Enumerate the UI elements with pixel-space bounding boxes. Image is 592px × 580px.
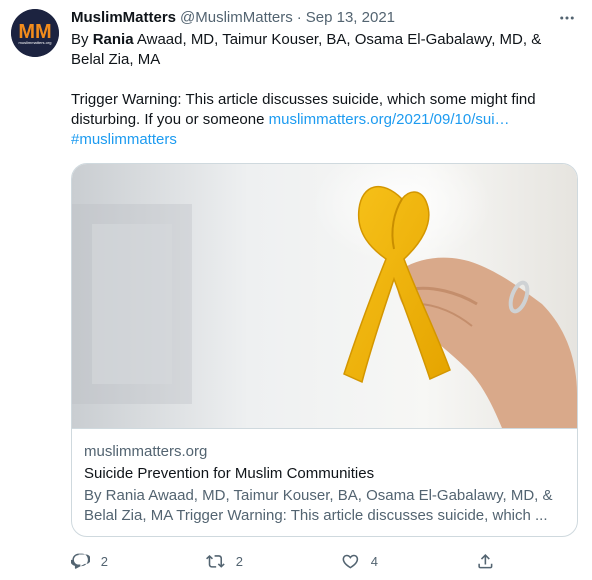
retweet-icon: [206, 554, 225, 568]
card-title[interactable]: Suicide Prevention for Muslim Communitie…: [84, 464, 565, 484]
avatar[interactable]: MM muslimmatters.org: [11, 9, 59, 57]
tweet-content: MuslimMatters @MuslimMatters · Sep 13, 2…: [71, 8, 578, 569]
link-card[interactable]: muslimmatters.org Suicide Prevention for…: [71, 163, 578, 537]
like-button[interactable]: 4: [341, 552, 378, 571]
retweet-count: 2: [235, 553, 243, 569]
bold-author-name: Rania: [92, 31, 134, 48]
heart-icon: [342, 554, 359, 569]
more-options-button[interactable]: [557, 8, 577, 28]
reply-count: 2: [100, 553, 108, 569]
tweet-actions: 2 2 4: [71, 551, 577, 571]
header-separator: ·: [296, 9, 302, 26]
tweet-text: By Rania Awaad, MD, Taimur Kouser, BA, O…: [71, 30, 577, 150]
more-dots-icon: [560, 16, 574, 20]
tweet[interactable]: MM muslimmatters.org MuslimMatters @Musl…: [0, 0, 592, 580]
card-body: muslimmatters.org Suicide Prevention for…: [72, 429, 577, 526]
hashtag-link[interactable]: #muslimmatters: [71, 131, 177, 148]
reply-icon: [71, 553, 90, 569]
muslimmatters-logo: MM muslimmatters.org: [11, 9, 59, 57]
by-prefix: By: [71, 31, 93, 48]
card-description: By Rania Awaad, MD, Taimur Kouser, BA, O…: [84, 487, 553, 524]
author-display-name[interactable]: MuslimMatters: [71, 8, 176, 28]
share-button[interactable]: [476, 552, 495, 571]
tweet-header: MuslimMatters @MuslimMatters · Sep 13, 2…: [71, 8, 577, 28]
like-count: 4: [370, 553, 378, 569]
logo-subtext: muslimmatters.org: [19, 40, 52, 45]
card-domain: muslimmatters.org: [84, 443, 208, 460]
article-link[interactable]: muslimmatters.org/2021/09/10/sui…: [269, 111, 510, 128]
tweet-date[interactable]: Sep 13, 2021: [306, 8, 395, 28]
retweet-button[interactable]: 2: [206, 552, 243, 571]
author-handle[interactable]: @MuslimMatters: [180, 8, 293, 28]
reply-button[interactable]: 2: [71, 552, 108, 571]
share-icon: [478, 553, 493, 569]
by-rest: Awaad, MD, Taimur Kouser, BA, Osama El-G…: [71, 31, 546, 68]
card-image: [72, 164, 577, 429]
